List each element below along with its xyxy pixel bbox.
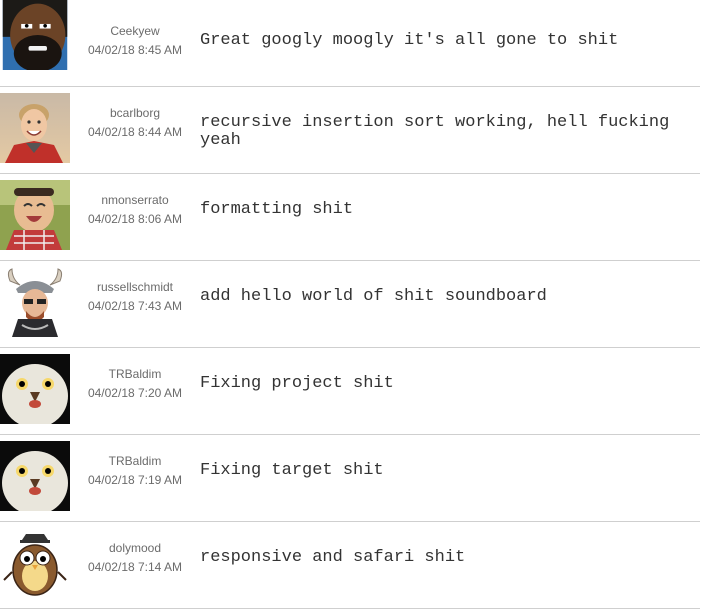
timestamp: 04/02/18 8:44 AM (87, 125, 183, 139)
commit-meta: bcarlborg 04/02/18 8:44 AM (80, 87, 190, 173)
bearded-man-avatar[interactable] (0, 0, 70, 76)
commit-meta: Ceekyew 04/02/18 8:45 AM (80, 0, 190, 86)
commit-row: Ceekyew 04/02/18 8:45 AM Great googly mo… (0, 0, 700, 87)
commit-message: responsive and safari shit (200, 548, 466, 567)
timestamp: 04/02/18 8:45 AM (87, 43, 183, 57)
commit-message: recursive insertion sort working, hell f… (200, 113, 670, 150)
commit-meta: nmonserrato 04/02/18 8:06 AM (80, 174, 190, 260)
username[interactable]: TRBaldim (80, 367, 190, 381)
viking-avatar[interactable] (0, 267, 70, 337)
owl-avatar[interactable] (0, 354, 70, 424)
commit-row: russellschmidt 04/02/18 7:43 AM add hell… (0, 261, 700, 348)
timestamp: 04/02/18 7:43 AM (87, 299, 183, 313)
username[interactable]: nmonserrato (80, 193, 190, 207)
timestamp: 04/02/18 8:06 AM (87, 212, 183, 226)
owl-avatar[interactable] (0, 441, 70, 511)
timestamp: 04/02/18 7:20 AM (87, 386, 183, 400)
commit-feed: Ceekyew 04/02/18 8:45 AM Great googly mo… (0, 0, 704, 609)
commit-message: formatting shit (200, 200, 354, 219)
cartoon-owl-avatar[interactable] (0, 528, 70, 598)
commit-meta: TRBaldim 04/02/18 7:19 AM (80, 435, 190, 521)
commit-row: nmonserrato 04/02/18 8:06 AM formatting … (0, 174, 700, 261)
commit-meta: TRBaldim 04/02/18 7:20 AM (80, 348, 190, 434)
username[interactable]: dolymood (80, 541, 190, 555)
commit-message: Great googly moogly it's all gone to shi… (200, 31, 619, 50)
commit-row: dolymood 04/02/18 7:14 AM responsive and… (0, 522, 700, 609)
commit-meta: dolymood 04/02/18 7:14 AM (80, 522, 190, 608)
username[interactable]: bcarlborg (80, 106, 190, 120)
commit-message: add hello world of shit soundboard (200, 287, 547, 306)
commit-message: Fixing project shit (200, 374, 394, 393)
commit-row: bcarlborg 04/02/18 8:44 AM recursive ins… (0, 87, 700, 174)
laughing-baby-avatar[interactable] (0, 180, 70, 250)
timestamp: 04/02/18 7:19 AM (87, 473, 183, 487)
commit-meta: russellschmidt 04/02/18 7:43 AM (80, 261, 190, 347)
commit-row: TRBaldim 04/02/18 7:20 AM Fixing project… (0, 348, 700, 435)
smiling-man-avatar[interactable] (0, 93, 70, 163)
commit-message: Fixing target shit (200, 461, 384, 480)
timestamp: 04/02/18 7:14 AM (87, 560, 183, 574)
username[interactable]: Ceekyew (80, 24, 190, 38)
commit-row: TRBaldim 04/02/18 7:19 AM Fixing target … (0, 435, 700, 522)
username[interactable]: russellschmidt (80, 280, 190, 294)
username[interactable]: TRBaldim (80, 454, 190, 468)
